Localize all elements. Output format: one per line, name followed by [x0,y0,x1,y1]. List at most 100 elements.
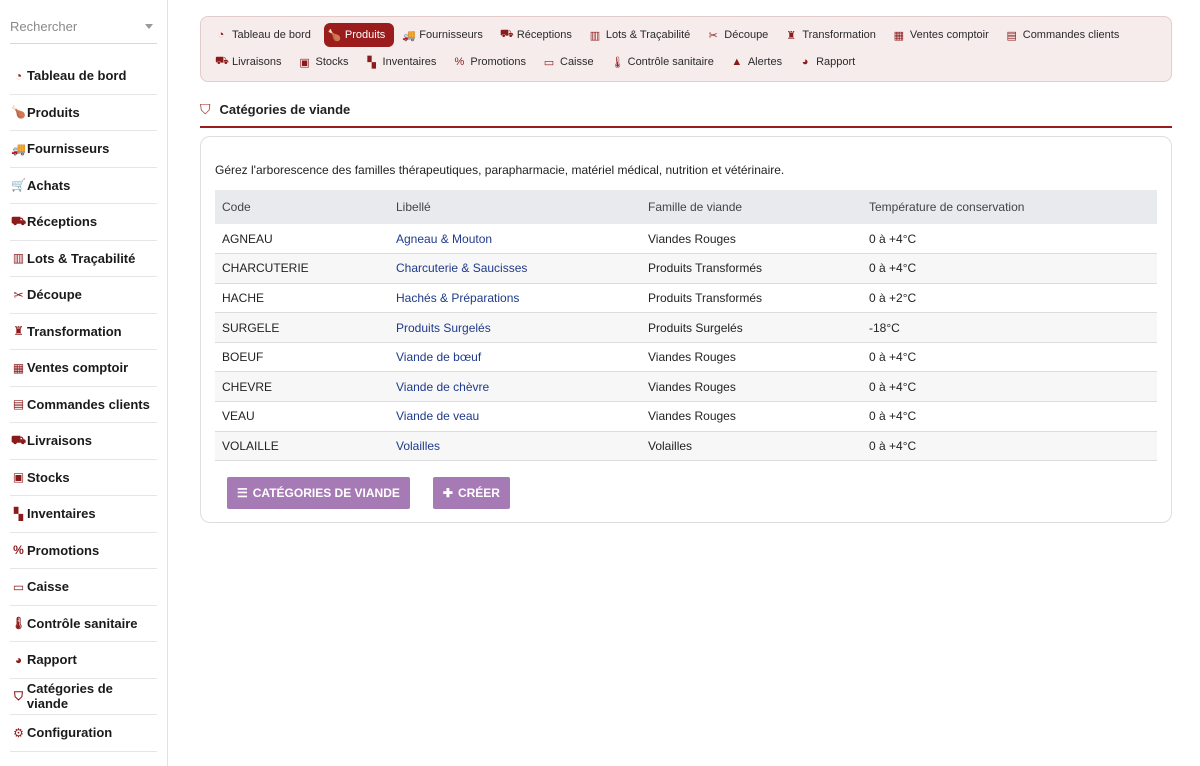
sidebar-item-label: Promotions [27,542,100,558]
percent-icon: % [454,56,465,68]
sidebar-item-produits[interactable]: 🍗 Produits [10,95,157,131]
sidebar-item-fournisseurs[interactable]: 🚚 Fournisseurs [10,131,157,168]
topnav-item-rapport[interactable]: ◕ Rapport [795,50,864,74]
topnav-item-controle-sanitaire[interactable]: 🌡 Contrôle sanitaire [607,50,723,74]
table-row[interactable]: SURGELE Produits Surgelés Produits Surgelé… [215,312,1157,343]
sidebar-item-inventaires[interactable]: ▚ Inventaires [10,496,157,533]
topnav-item-label: Découpe [724,29,769,41]
chevron-down-icon[interactable] [145,24,153,29]
topnav-item-caisse[interactable]: ▭ Caisse [539,50,603,74]
dolly-icon: ⛟ [10,213,27,228]
topnav-item-label: Inventaires [382,56,437,68]
table-row[interactable]: VEAU Viande de veau Viandes Rouges 0 à +4°C [215,401,1157,432]
topnav-item-produits[interactable]: 🍗 Produits [323,23,395,47]
sidebar-item-achats[interactable]: 🛒 Achats [10,168,157,204]
topnav-item-lots-tracabilite[interactable]: ▥ Lots & Traçabilité [585,23,699,47]
gauge-icon: ◔ [217,29,225,41]
sidebar-item-controle-sanitaire[interactable]: 🌡 Contrôle sanitaire [10,606,157,642]
clipboard-icon: ▤ [1006,29,1017,42]
sidebar-item-label: Catégories de viande [26,681,113,712]
topnav-item-label: Transformation [802,29,876,41]
scissors-icon: ✂ [13,287,24,302]
topnav-item-commandes-clients[interactable]: ▤ Commandes clients [1002,23,1129,47]
cash-register-icon: ▦ [893,29,905,42]
sidebar-item-stocks[interactable]: ▣ Stocks [10,460,157,496]
sidebar-item-label: Commandes clients [27,396,150,412]
topnav-item-livraisons[interactable]: ⛟ Livraisons [211,50,291,74]
table-cell: VOLAILLE [215,431,389,462]
sidebar-item-label: Lots & Traçabilité [27,250,136,266]
topnav-item-promotions[interactable]: % Promotions [449,50,535,74]
category-link[interactable]: Produits Surgelés [396,321,491,335]
topnav-item-alertes[interactable]: ▲ Alertes [727,50,791,74]
search-select[interactable]: Rechercher [10,10,157,44]
category-link[interactable]: Viande de bœuf [396,350,481,364]
sidebar-item-tableau-de-bord[interactable]: ◔ Tableau de bord [10,58,157,95]
create-label: CRÉER [457,486,500,501]
dolly-icon: ⛟ [499,28,514,40]
category-link[interactable]: Volailles [396,439,440,453]
table-row[interactable]: BOEUF Viande de bœuf Viandes Rouges 0 à +4°… [215,342,1157,373]
topnav-item-label: Tableau de bord [232,29,311,41]
drumstick-icon: 🍗 [327,29,342,42]
topnav-item-stocks[interactable]: ▣ Stocks [295,50,358,74]
sidebar-item-livraisons[interactable]: ⛟ Livraisons [10,423,157,460]
sidebar-menu: ◔ Tableau de bord 🍗 Produits 🚚 Fournisseurs 🛒 A… [10,58,157,752]
category-link[interactable]: Hachés & Préparations [396,291,519,305]
category-link[interactable]: Agneau & Mouton [396,232,492,246]
table-cell: Volailles [641,431,862,462]
topnav-item-fournisseurs[interactable]: 🚚 Fournisseurs [398,23,492,47]
table-cell: Viande de bœuf [389,342,641,373]
topnav-item-tableau-de-bord[interactable]: ◔ Tableau de bord [211,23,320,47]
topnav-item-label: Commandes clients [1022,29,1120,41]
topnav-item-label: Ventes comptoir [909,29,989,41]
table-cell: -18°C [862,312,1157,343]
sidebar-item-categories-de-viande[interactable]: ⛉ Catégories de viande [10,679,157,715]
sidebar-item-transformation[interactable]: ♜ Transformation [10,314,157,350]
table-cell: Produits Surgelés [389,312,641,343]
topnav-item-ventes-comptoir[interactable]: ▦ Ventes comptoir [889,23,998,47]
sidebar-item-promotions[interactable]: % Promotions [10,533,157,569]
gear-icon: ⚙ [13,725,24,740]
sidebar-item-commandes-clients[interactable]: ▤ Commandes clients [10,387,157,423]
pie-chart-icon: ◕ [801,56,809,68]
table-row[interactable]: AGNEAU Agneau & Mouton Viandes Rouges 0 à +… [215,224,1157,255]
table-cell: 0 à +4°C [862,253,1157,284]
sidebar-item-label: Produits [27,104,80,120]
sidebar-item-rapport[interactable]: ◕ Rapport [10,642,157,679]
sidebar-item-configuration[interactable]: ⚙ Configuration [10,715,157,752]
sidebar-item-label: Réceptions [27,214,98,230]
topnav-item-inventaires[interactable]: ▚ Inventaires [362,50,446,74]
table-row[interactable]: CHEVRE Viande de chèvre Viandes Rouges 0 à … [215,371,1157,403]
list-categories-button[interactable]: ☰ CATÉGORIES DE VIANDE [227,477,410,510]
sidebar-item-label: Stocks [27,469,70,485]
table-cell: Agneau & Mouton [389,224,641,255]
topnav-item-receptions[interactable]: ⛟ Réceptions [496,23,581,47]
search-placeholder: Rechercher [10,19,78,34]
sidebar-item-label: Transformation [27,323,122,339]
sidebar-item-label: Achats [27,177,71,193]
table-cell: 0 à +2°C [862,283,1157,314]
category-link[interactable]: Charcuterie & Saucisses [396,261,527,275]
sidebar-item-lots-tracabilite[interactable]: ▥ Lots & Traçabilité [10,241,157,277]
topnav-item-transformation[interactable]: ♜ Transformation [781,23,885,47]
sidebar-item-receptions[interactable]: ⛟ Réceptions [10,204,157,241]
shipping-icon: ⛟ [10,432,27,447]
clipboard-icon: ▤ [12,397,25,412]
table-cell: Produits Transformés [641,253,862,284]
sidebar-item-label: Livraisons [27,433,93,449]
table-cell: Hachés & Préparations [389,283,641,314]
category-link[interactable]: Viande de chèvre [396,380,489,394]
sidebar-item-ventes-comptoir[interactable]: ▦ Ventes comptoir [10,350,157,387]
table-cell: AGNEAU [215,224,389,255]
table-row[interactable]: CHARCUTERIE Charcuterie & Saucisses Produi… [215,253,1157,284]
sidebar-item-caisse[interactable]: ▭ Caisse [10,569,157,606]
sidebar-item-label: Contrôle sanitaire [27,615,138,631]
sidebar-item-label: Inventaires [27,506,96,522]
table-row[interactable]: VOLAILLE Volailles Volailles 0 à +4°C [215,431,1157,462]
table-row[interactable]: HACHE Hachés & Préparations Produits Trans… [215,283,1157,314]
sidebar-item-decoupe[interactable]: ✂ Découpe [10,277,157,314]
category-link[interactable]: Viande de veau [396,409,479,423]
create-button[interactable]: ✚ CRÉER [432,477,510,510]
topnav-item-decoupe[interactable]: ✂ Découpe [703,23,777,47]
